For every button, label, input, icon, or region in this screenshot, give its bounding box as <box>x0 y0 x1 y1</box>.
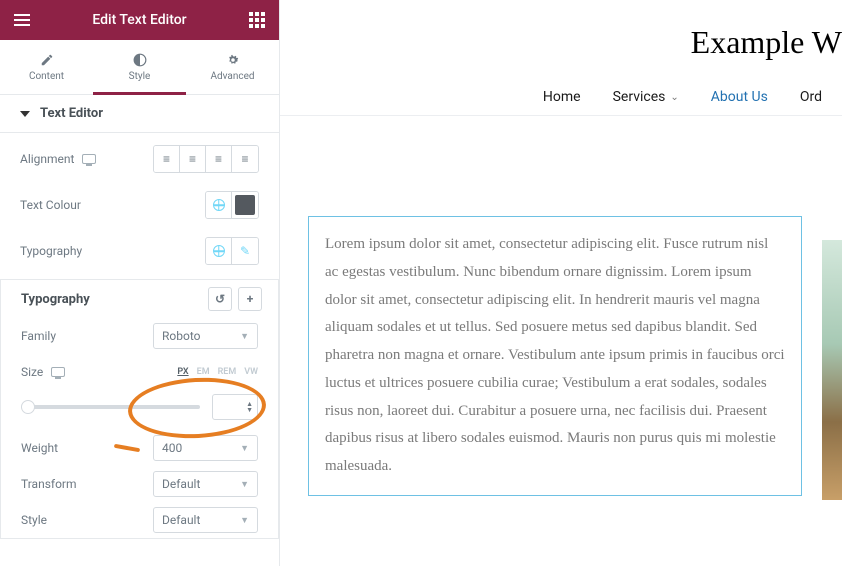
gear-icon <box>226 53 240 67</box>
typography-panel-header: Typography ↺ + <box>1 280 278 318</box>
unit-px[interactable]: PX <box>177 367 188 377</box>
responsive-icon[interactable] <box>51 367 65 377</box>
weight-select[interactable]: 400 ▼ <box>153 435 258 461</box>
alignment-buttons: ≡ ≡ ≡ ≡ <box>153 145 259 173</box>
style-label: Style <box>21 513 47 527</box>
editor-panel: Edit Text Editor Content Style Advanced … <box>0 0 280 566</box>
widgets-grid-icon[interactable] <box>249 12 265 28</box>
colour-swatch[interactable] <box>232 192 258 218</box>
unit-em[interactable]: EM <box>197 367 210 377</box>
transform-select[interactable]: Default ▼ <box>153 471 258 497</box>
slider-thumb[interactable] <box>21 400 35 414</box>
control-style: Style Default ▼ <box>1 502 278 538</box>
pencil-icon <box>40 53 54 67</box>
tab-content[interactable]: Content <box>0 40 93 94</box>
style-value: Default <box>162 513 200 527</box>
sidebar-image <box>822 240 842 500</box>
transform-value: Default <box>162 477 200 491</box>
unit-vw[interactable]: VW <box>244 367 258 377</box>
site-nav: Home Services ⌄ About Us Ord <box>280 79 842 116</box>
style-select[interactable]: Default ▼ <box>153 507 258 533</box>
section-text-editor[interactable]: Text Editor <box>0 95 279 133</box>
align-left-icon[interactable]: ≡ <box>154 146 180 172</box>
text-colour-label: Text Colour <box>20 198 81 212</box>
align-justify-icon[interactable]: ≡ <box>232 146 258 172</box>
stepper-icon[interactable]: ▲▼ <box>246 401 253 413</box>
family-label: Family <box>21 329 56 343</box>
family-select[interactable]: Roboto ▼ <box>153 323 258 349</box>
tab-advanced-label: Advanced <box>210 71 254 82</box>
size-slider-row: ▲▼ <box>1 390 278 430</box>
typography-panel-title: Typography <box>21 292 90 307</box>
section-title: Text Editor <box>40 106 103 121</box>
typography-panel: Typography ↺ + Family Roboto ▼ Size PX E… <box>0 279 279 539</box>
family-value: Roboto <box>162 329 200 343</box>
chevron-down-icon: ⌄ <box>670 92 678 103</box>
control-typography: Typography ✎ <box>0 231 279 271</box>
alignment-label: Alignment <box>20 152 96 166</box>
site-title: Example W <box>280 0 842 79</box>
size-label: Size <box>21 365 65 379</box>
panel-header: Edit Text Editor <box>0 0 279 40</box>
caret-down-icon <box>20 111 30 117</box>
size-input[interactable]: ▲▼ <box>212 394 258 420</box>
edit-typography-icon[interactable]: ✎ <box>232 238 258 264</box>
control-text-colour: Text Colour <box>0 185 279 225</box>
chevron-down-icon: ▼ <box>240 515 249 526</box>
align-right-icon[interactable]: ≡ <box>206 146 232 172</box>
menu-icon[interactable] <box>14 14 30 26</box>
nav-order[interactable]: Ord <box>800 89 822 105</box>
colour-controls <box>205 191 259 219</box>
alignment-label-text: Alignment <box>20 152 74 166</box>
size-units: PX EM REM VW <box>177 367 258 377</box>
tab-advanced[interactable]: Advanced <box>186 40 279 94</box>
chevron-down-icon: ▼ <box>240 443 249 454</box>
nav-services[interactable]: Services ⌄ <box>613 89 679 105</box>
transform-label: Transform <box>21 477 77 491</box>
chevron-down-icon: ▼ <box>240 479 249 490</box>
control-size: Size PX EM REM VW <box>1 354 278 390</box>
size-slider[interactable] <box>21 405 200 409</box>
control-weight: Weight 400 ▼ <box>1 430 278 466</box>
size-label-text: Size <box>21 365 43 379</box>
nav-home[interactable]: Home <box>543 89 581 105</box>
typography-controls: ✎ <box>205 237 259 265</box>
panel-title: Edit Text Editor <box>92 12 186 28</box>
add-icon[interactable]: + <box>238 287 262 311</box>
reset-icon[interactable]: ↺ <box>208 287 232 311</box>
preview-pane: Example W Home Services ⌄ About Us Ord L… <box>280 0 842 566</box>
tab-style[interactable]: Style <box>93 40 186 94</box>
panel-tabs: Content Style Advanced <box>0 40 279 95</box>
contrast-icon <box>133 53 147 67</box>
unit-rem[interactable]: REM <box>218 367 237 377</box>
control-transform: Transform Default ▼ <box>1 466 278 502</box>
responsive-icon[interactable] <box>82 154 96 164</box>
tab-style-label: Style <box>129 71 151 82</box>
nav-services-label: Services <box>613 89 666 105</box>
text-editor-content[interactable]: Lorem ipsum dolor sit amet, consectetur … <box>308 216 802 496</box>
weight-label: Weight <box>21 441 58 455</box>
typography-label: Typography <box>20 244 82 258</box>
align-center-icon[interactable]: ≡ <box>180 146 206 172</box>
global-typography-icon[interactable] <box>206 238 232 264</box>
weight-value: 400 <box>162 441 182 455</box>
control-family: Family Roboto ▼ <box>1 318 278 354</box>
nav-about[interactable]: About Us <box>711 89 768 105</box>
global-colour-icon[interactable] <box>206 192 232 218</box>
chevron-down-icon: ▼ <box>240 331 249 342</box>
tab-content-label: Content <box>29 71 64 82</box>
control-alignment: Alignment ≡ ≡ ≡ ≡ <box>0 139 279 179</box>
